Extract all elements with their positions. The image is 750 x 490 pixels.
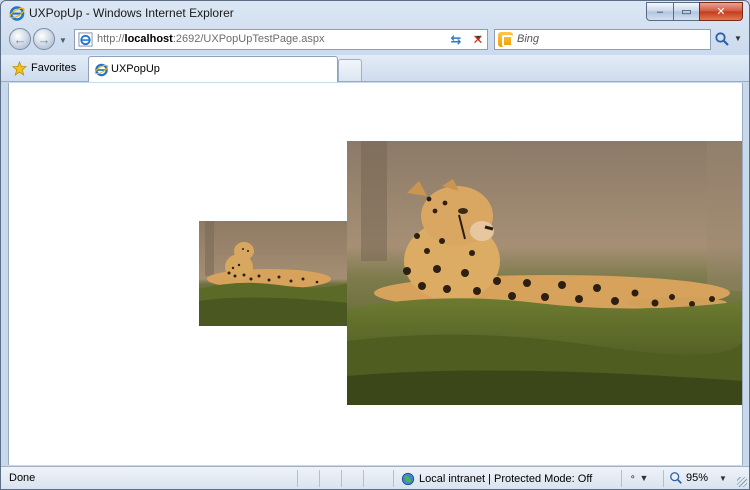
status-separator (621, 470, 622, 487)
address-bar[interactable]: http://localhost:2692/UXPopUpTestPage.as… (74, 29, 488, 50)
window-title: UXPopUp - Windows Internet Explorer (29, 6, 234, 20)
search-icon[interactable] (714, 31, 730, 47)
close-button[interactable]: ✕ (699, 2, 743, 21)
cheetah-thumbnail-image[interactable] (199, 221, 349, 326)
tab-ie-icon (94, 63, 109, 77)
search-options-dropdown-icon[interactable]: ▼ (734, 34, 742, 43)
navigation-bar: ← → ▼ http://localhost:2692/UXPopUpTestP… (1, 26, 749, 54)
cheetah-thumbnail-art (199, 221, 349, 326)
refresh-button[interactable]: ⇆ (446, 30, 466, 49)
browser-window: UXPopUp - Windows Internet Explorer – ▭ … (0, 0, 750, 490)
zoom-level: 95% (686, 472, 709, 484)
address-url: http://localhost:2692/UXPopUpTestPage.as… (97, 33, 325, 45)
stop-button[interactable]: ✕ (468, 30, 488, 49)
protected-mode-button[interactable]: ⚬ ▼ (629, 472, 648, 483)
recent-pages-dropdown-icon[interactable]: ▼ (59, 36, 67, 45)
minimize-button[interactable]: – (646, 2, 673, 21)
forward-button[interactable]: → (33, 28, 55, 50)
new-tab-button[interactable] (338, 59, 362, 81)
favorites-label: Favorites (31, 62, 77, 74)
status-separator (319, 470, 320, 487)
search-box[interactable]: Bing (494, 29, 711, 50)
intranet-globe-icon (401, 472, 415, 486)
page-content (8, 83, 743, 465)
zoom-control[interactable]: 95% (669, 471, 708, 485)
zoom-magnifier-icon (670, 472, 682, 484)
refresh-icon: ⇆ (450, 31, 462, 47)
status-separator (297, 470, 298, 487)
bing-icon (498, 32, 513, 47)
status-bar: Done Local intranet | Protected Mode: Of… (1, 466, 749, 489)
stop-icon: ✕ (472, 31, 484, 47)
back-arrow-icon: ← (13, 31, 27, 47)
cheetah-popup-art (347, 141, 742, 405)
cheetah-popup-image[interactable] (347, 141, 742, 405)
ie-icon (9, 6, 25, 21)
status-separator (393, 470, 394, 487)
caption-buttons: – ▭ ✕ (646, 2, 743, 21)
protected-mode-icon: ⚬ (629, 472, 637, 482)
status-separator (663, 470, 664, 487)
favorites-button[interactable]: Favorites (8, 58, 80, 78)
resize-grip[interactable] (737, 477, 747, 487)
title-bar[interactable]: UXPopUp - Windows Internet Explorer – ▭ … (1, 1, 749, 25)
tab-uxpopup[interactable]: UXPopUp (88, 56, 338, 82)
status-separator (341, 470, 342, 487)
protected-mode-dropdown-icon: ▼ (639, 472, 649, 483)
security-zone-label: Local intranet | Protected Mode: Off (419, 473, 593, 485)
favorites-bar: Favorites UXPopUp (1, 55, 749, 82)
status-text: Done (9, 472, 36, 484)
maximize-button[interactable]: ▭ (673, 2, 699, 21)
favorites-star-icon (12, 60, 27, 76)
security-zone[interactable]: Local intranet | Protected Mode: Off (401, 471, 592, 487)
status-separator (363, 470, 364, 487)
page-ie-icon (78, 32, 93, 47)
tab-label: UXPopUp (111, 63, 160, 75)
back-button[interactable]: ← (9, 28, 31, 50)
zoom-dropdown-icon[interactable]: ▼ (719, 474, 727, 483)
search-placeholder: Bing (517, 33, 540, 45)
forward-arrow-icon: → (37, 31, 51, 47)
